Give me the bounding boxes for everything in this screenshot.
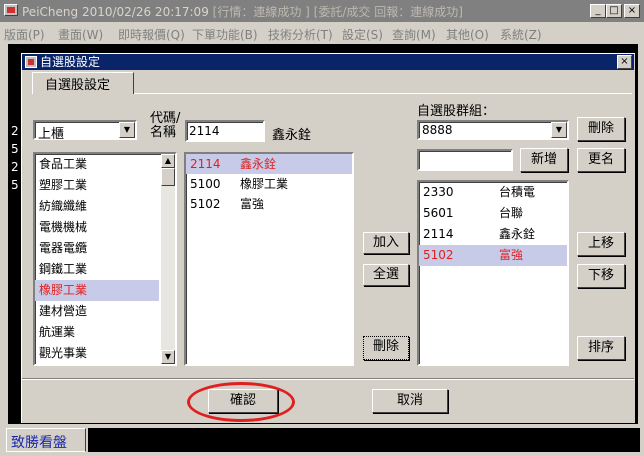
row-digit: 2 <box>11 124 19 138</box>
code-label: 代碼/ <box>150 111 181 126</box>
list-item[interactable]: 5102 富強 <box>186 194 352 214</box>
stock-code: 5100 <box>190 177 221 191</box>
main-window-title: PeiCheng 2010/02/26 20:17:09 [行情：連線成功 ] … <box>22 3 463 20</box>
rename-button[interactable]: 更名 <box>577 148 625 172</box>
app-icon <box>4 4 18 16</box>
tab-winning-board[interactable]: 致勝看盤 <box>6 428 86 452</box>
group-select-value: 8888 <box>422 123 453 137</box>
list-item[interactable]: 航運業 <box>35 322 159 343</box>
close-button[interactable]: × <box>624 4 640 18</box>
stock-name: 鑫永銓 <box>499 227 536 241</box>
menu-item[interactable]: 設定(S) <box>342 26 383 43</box>
new-group-button[interactable]: 新增 <box>520 148 568 172</box>
delete-item-button[interactable]: 刪除 <box>363 336 409 360</box>
list-item[interactable]: 鋼鐵工業 <box>35 259 159 280</box>
menu-item[interactable]: 畫面(W) <box>58 26 103 43</box>
scroll-up-icon[interactable]: ▲ <box>161 154 175 168</box>
select-all-button[interactable]: 全選 <box>363 264 409 286</box>
menu-item[interactable]: 其他(O) <box>446 26 489 43</box>
stock-code: 5102 <box>423 248 454 262</box>
highlight-oval <box>187 382 295 422</box>
move-up-button[interactable]: 上移 <box>577 232 625 256</box>
stock-code: 2114 <box>190 157 221 171</box>
stock-code: 2330 <box>423 185 454 199</box>
menu-item[interactable]: 下單功能(B) <box>192 26 258 43</box>
datetime: 2010/02/26 20:17:09 <box>81 5 209 19</box>
dialog-icon <box>25 56 37 68</box>
code-lookup-name: 鑫永銓 <box>272 128 312 143</box>
stock-list[interactable]: 2114 鑫永銓 5100 橡膠工業 5102 富強 <box>184 152 354 366</box>
stock-code: 5102 <box>190 197 221 211</box>
scroll-down-icon[interactable]: ▼ <box>161 350 175 364</box>
stock-name: 台積電 <box>499 185 536 199</box>
menu-item[interactable]: 查詢(M) <box>392 26 436 43</box>
code-input-value: 2114 <box>189 124 220 138</box>
app-name: PeiCheng <box>22 5 79 19</box>
group-stock-list[interactable]: 2330 台積電 5601 台聯 2114 鑫永銓 5102 富強 <box>417 180 569 366</box>
menu-item[interactable]: 技術分析(T) <box>268 26 333 43</box>
list-item[interactable]: 建材營造 <box>35 301 159 322</box>
list-item[interactable]: 橡膠工業 <box>35 280 159 301</box>
dialog-close-button[interactable]: × <box>617 55 632 69</box>
row-index-digits: 2 5 2 5 <box>11 122 19 194</box>
maximize-button[interactable]: □ <box>606 4 622 18</box>
add-button[interactable]: 加入 <box>363 232 409 254</box>
menu-item[interactable]: 版面(P) <box>4 26 45 43</box>
list-item[interactable]: 食品工業 <box>35 154 159 175</box>
dialog-titlebar <box>22 54 634 70</box>
code-name-label: 代碼/ 名稱 <box>150 112 180 140</box>
list-item[interactable]: 2114 鑫永銓 <box>419 224 567 245</box>
dialog-title: 自選股設定 <box>40 55 101 69</box>
stock-name: 鑫永銓 <box>240 157 277 171</box>
connection-status: [行情：連線成功 ] [委託/成交 回報：連線成功] <box>212 5 463 19</box>
list-item[interactable]: 5601 台聯 <box>419 203 567 224</box>
bottom-strip <box>88 428 640 452</box>
sort-button[interactable]: 排序 <box>577 336 625 360</box>
industry-list[interactable]: 食品工業 塑膠工業 紡織纖維 電機機械 電器電纜 鋼鐵工業 橡膠工業 建材營造 航運業 觀光事業 … <box>33 152 177 366</box>
delete-group-button[interactable]: 刪除 <box>577 117 625 141</box>
divider <box>22 379 634 380</box>
stock-name: 富強 <box>499 248 524 262</box>
list-item[interactable]: 塑膠工業 <box>35 175 159 196</box>
market-select-value: 上櫃 <box>38 127 65 142</box>
industry-scrollbar[interactable]: ▲ ▼ <box>161 154 175 364</box>
list-item[interactable]: 5102 富強 <box>419 245 567 266</box>
row-digit: 5 <box>11 178 19 192</box>
stock-name: 台聯 <box>499 206 524 220</box>
move-down-button[interactable]: 下移 <box>577 264 625 288</box>
chevron-down-icon[interactable]: ▼ <box>551 122 567 138</box>
tab-divider <box>134 93 632 94</box>
list-item[interactable]: 紡織纖維 <box>35 196 159 217</box>
list-item[interactable]: 2330 台積電 <box>419 182 567 203</box>
row-digit: 2 <box>11 160 19 174</box>
menu-item[interactable]: 系統(Z) <box>500 26 542 43</box>
group-label: 自選股群組： <box>417 104 496 119</box>
stock-name: 橡膠工業 <box>240 177 289 191</box>
list-item[interactable]: 觀光事業 <box>35 343 159 364</box>
name-label: 名稱 <box>150 125 177 140</box>
stock-code: 2114 <box>423 227 454 241</box>
list-item[interactable]: 5100 橡膠工業 <box>186 174 352 194</box>
chevron-down-icon[interactable]: ▼ <box>119 122 135 138</box>
tab-watchlist-settings[interactable]: 自選股設定 <box>32 72 134 94</box>
scroll-thumb[interactable] <box>161 168 175 186</box>
cancel-button[interactable]: 取消 <box>372 389 448 413</box>
group-select[interactable]: 8888 ▼ <box>417 120 569 140</box>
new-group-input[interactable] <box>417 149 513 171</box>
menu-item[interactable]: 即時報價(Q) <box>118 26 185 43</box>
minimize-button[interactable]: _ <box>590 4 606 18</box>
list-item[interactable]: 電機機械 <box>35 217 159 238</box>
list-item[interactable]: 2114 鑫永銓 <box>186 154 352 174</box>
stock-code: 5601 <box>423 206 454 220</box>
stock-name: 富強 <box>240 197 265 211</box>
list-item[interactable]: 電器電纜 <box>35 238 159 259</box>
row-digit: 5 <box>11 142 19 156</box>
market-select[interactable]: 上櫃 ▼ <box>33 120 137 142</box>
code-input[interactable]: 2114 <box>185 120 265 142</box>
